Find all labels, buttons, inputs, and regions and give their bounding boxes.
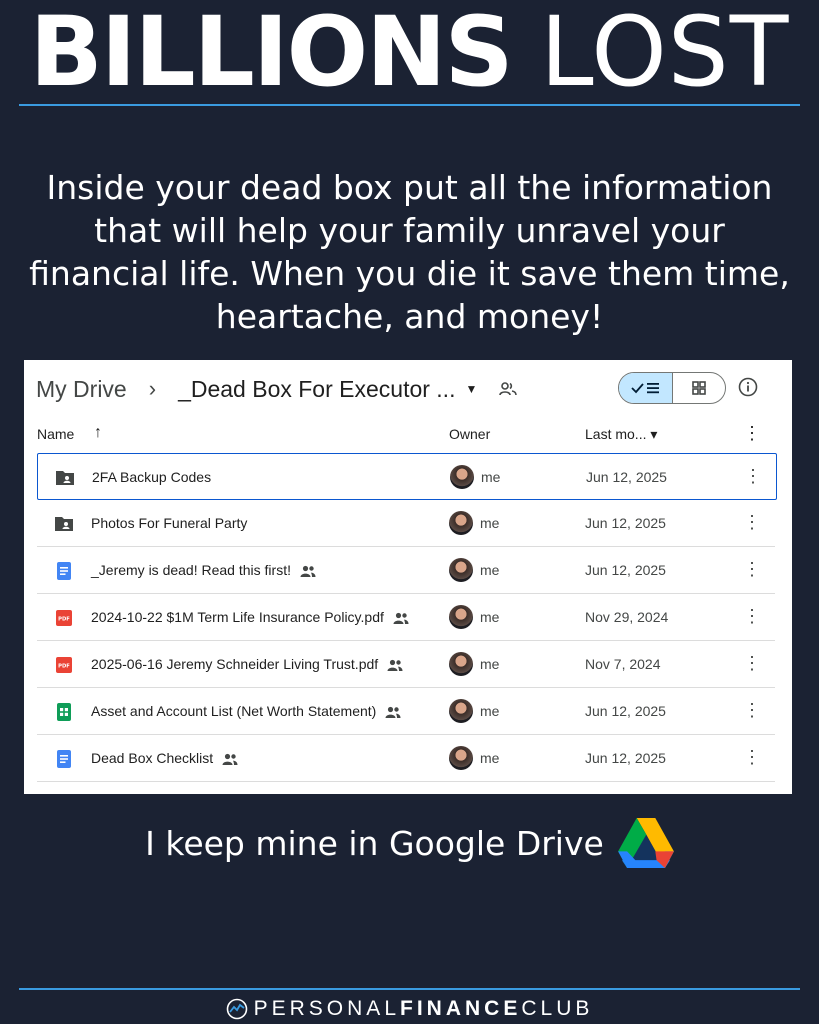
file-row[interactable]: _Jeremy is dead! Read this first! me Jun 1… xyxy=(37,547,775,594)
shared-people-icon xyxy=(499,382,518,396)
file-row[interactable]: Photos For Funeral Party me Jun 12, 2025 ⋮ xyxy=(37,500,775,547)
file-owner: me xyxy=(480,609,500,625)
pdf-icon: PDF xyxy=(56,657,72,673)
list-view-button[interactable] xyxy=(619,373,673,403)
pdf-icon: PDF xyxy=(56,610,72,626)
intro-text: Inside your dead box put all the informa… xyxy=(29,168,790,336)
shared-people-icon xyxy=(393,613,409,625)
file-owner: me xyxy=(480,750,500,766)
shared-people-icon xyxy=(222,754,238,766)
file-owner: me xyxy=(481,469,501,485)
more-options-icon[interactable]: ⋮ xyxy=(743,653,761,673)
brand-club: CLUB xyxy=(521,997,594,1020)
more-options-icon[interactable]: ⋮ xyxy=(743,512,761,532)
file-name-text: 2024-10-22 $1M Term Life Insurance Polic… xyxy=(91,609,384,625)
avatar xyxy=(449,652,473,676)
file-name: Asset and Account List (Net Worth Statem… xyxy=(91,703,401,719)
footer-caption-text: I keep mine in Google Drive xyxy=(145,823,604,863)
avatar xyxy=(449,699,473,723)
grid-icon xyxy=(692,381,706,395)
more-options-icon[interactable]: ⋮ xyxy=(743,606,761,626)
sort-arrow-icon[interactable]: ↑ xyxy=(94,424,102,442)
file-name: 2FA Backup Codes xyxy=(92,469,211,485)
file-name: Dead Box Checklist xyxy=(91,750,238,766)
google-sheet-icon xyxy=(57,703,71,721)
svg-text:PDF: PDF xyxy=(58,617,70,623)
avatar xyxy=(449,511,473,535)
chevron-down-icon[interactable]: ▼ xyxy=(465,382,477,396)
file-name-text: _Jeremy is dead! Read this first! xyxy=(91,562,291,578)
shared-people-icon xyxy=(385,707,401,719)
brand-footer: PERSONAL FINANCE CLUB xyxy=(0,994,819,1024)
google-doc-icon xyxy=(57,562,71,580)
google-doc-icon xyxy=(57,750,71,768)
footer-caption: I keep mine in Google Drive xyxy=(0,818,819,868)
file-modified-date: Jun 12, 2025 xyxy=(585,515,666,531)
breadcrumb-separator: › xyxy=(148,376,157,401)
brand-personal: PERSONAL xyxy=(253,997,400,1020)
avatar xyxy=(449,746,473,770)
column-last-modified[interactable]: Last mo... ▾ xyxy=(585,426,657,443)
file-name: _Jeremy is dead! Read this first! xyxy=(91,562,316,578)
shared-folder-icon xyxy=(55,517,73,531)
file-row[interactable]: 2FA Backup Codes me Jun 12, 2025 ⋮ xyxy=(37,453,777,500)
column-header: Name ↑ Owner Last mo... ▾ ⋮ xyxy=(24,420,792,448)
personal-finance-club-logo-icon xyxy=(226,998,247,1020)
column-owner[interactable]: Owner xyxy=(449,426,490,442)
top-divider xyxy=(19,104,800,106)
more-options-icon[interactable]: ⋮ xyxy=(743,559,761,579)
view-toggle xyxy=(618,372,726,404)
drive-screenshot: My Drive › _Dead Box For Executor ... ▼ … xyxy=(24,360,792,794)
more-options-icon[interactable]: ⋮ xyxy=(743,700,761,720)
more-options-icon[interactable]: ⋮ xyxy=(743,747,761,767)
avatar xyxy=(450,465,474,489)
file-modified-date: Jun 12, 2025 xyxy=(585,703,666,719)
check-list-icon xyxy=(630,383,659,394)
file-name-text: Photos For Funeral Party xyxy=(91,515,248,531)
file-name: 2025-06-16 Jeremy Schneider Living Trust… xyxy=(91,656,403,672)
file-name: Photos For Funeral Party xyxy=(91,515,247,531)
file-modified-date: Jun 12, 2025 xyxy=(585,750,666,766)
more-options-icon[interactable]: ⋮ xyxy=(743,423,761,444)
file-modified-date: Nov 7, 2024 xyxy=(585,656,661,672)
more-options-icon[interactable]: ⋮ xyxy=(744,466,762,486)
brand-finance: FINANCE xyxy=(400,997,522,1020)
file-owner: me xyxy=(480,562,500,578)
bottom-divider xyxy=(19,988,800,990)
file-row[interactable]: PDF 2024-10-22 $1M Term Life Insurance Po… xyxy=(37,594,775,641)
breadcrumb-current-folder[interactable]: _Dead Box For Executor ... xyxy=(178,376,455,403)
column-name[interactable]: Name xyxy=(37,426,74,442)
avatar xyxy=(449,558,473,582)
breadcrumb-my-drive[interactable]: My Drive xyxy=(36,376,127,403)
file-row[interactable]: PDF 2025-06-16 Jeremy Schneider Living Tr… xyxy=(37,641,775,688)
google-drive-logo-icon xyxy=(617,818,674,868)
file-name-text: Dead Box Checklist xyxy=(91,750,214,766)
file-owner: me xyxy=(480,656,500,672)
file-owner: me xyxy=(480,515,500,531)
file-name: 2024-10-22 $1M Term Life Insurance Polic… xyxy=(91,609,409,625)
file-modified-date: Nov 29, 2024 xyxy=(585,609,669,625)
shared-people-icon xyxy=(300,566,316,578)
info-icon[interactable] xyxy=(738,377,758,397)
avatar xyxy=(449,605,473,629)
headline-bold: BILLIONS xyxy=(29,0,514,108)
file-name-text: 2FA Backup Codes xyxy=(92,469,212,485)
file-row[interactable]: Dead Box Checklist me Jun 12, 2025 ⋮ xyxy=(37,735,775,782)
headline-light: LOST xyxy=(540,0,790,108)
file-name-text: Asset and Account List (Net Worth Statem… xyxy=(91,703,377,719)
shared-folder-icon xyxy=(56,471,74,485)
shared-people-icon xyxy=(387,660,403,672)
grid-view-button[interactable] xyxy=(673,373,725,403)
file-modified-date: Jun 12, 2025 xyxy=(585,562,666,578)
file-row[interactable]: Asset and Account List (Net Worth Statem… xyxy=(37,688,775,735)
file-modified-date: Jun 12, 2025 xyxy=(586,469,667,485)
file-name-text: 2025-06-16 Jeremy Schneider Living Trust… xyxy=(91,656,379,672)
headline: BILLIONS LOST xyxy=(0,0,819,104)
breadcrumb: My Drive › _Dead Box For Executor ... ▼ xyxy=(36,372,518,406)
svg-text:PDF: PDF xyxy=(58,664,70,670)
file-owner: me xyxy=(480,703,500,719)
